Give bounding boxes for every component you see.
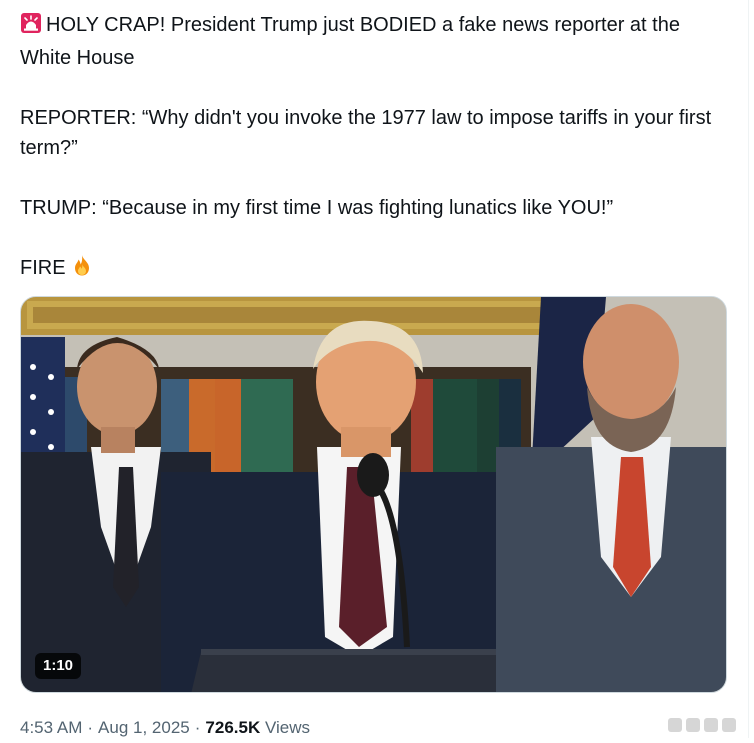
tweet-paragraph-fire: FIRE [20, 253, 735, 286]
meta-separator: · [87, 718, 94, 737]
views-label: Views [264, 718, 311, 737]
tweet-line-reporter: REPORTER: “Why didn't you invoke the 197… [20, 107, 712, 159]
tweet-meta: 4:53 AM · Aug 1, 2025 · 726.5K Views [20, 716, 310, 740]
column-divider [748, 0, 749, 738]
watermark-logo [666, 712, 748, 738]
tweet-line-fire: FIRE [20, 257, 66, 279]
meta-separator: · [194, 718, 201, 737]
police-siren-icon [20, 12, 42, 43]
tweet-paragraph-headline: HOLY CRAP! President Trump just BODIED a… [20, 10, 735, 73]
tweet-time[interactable]: 4:53 AM [20, 718, 82, 737]
tweet-line-trump: TRUMP: “Because in my first time I was f… [20, 197, 614, 219]
fire-icon [70, 253, 94, 286]
views-count: 726.5K [205, 718, 261, 737]
tweet-text: HOLY CRAP! President Trump just BODIED a… [20, 10, 735, 286]
tweet-paragraph-trump: TRUMP: “Because in my first time I was f… [20, 193, 735, 223]
video-thumbnail [21, 297, 726, 692]
tweet-line-headline: HOLY CRAP! President Trump just BODIED a… [20, 14, 680, 69]
video-duration-badge: 1:10 [35, 653, 82, 679]
tweet-paragraph-reporter: REPORTER: “Why didn't you invoke the 197… [20, 103, 735, 163]
video-player[interactable]: 1:10 [20, 296, 727, 693]
tweet-date[interactable]: Aug 1, 2025 [98, 718, 190, 737]
